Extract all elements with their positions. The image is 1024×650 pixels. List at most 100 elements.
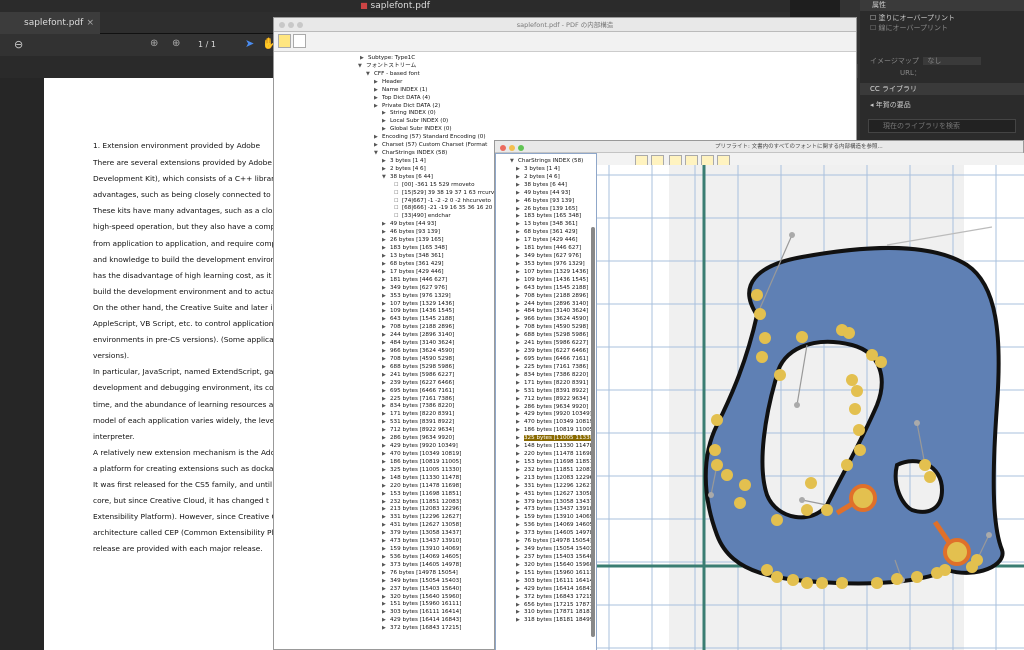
structure-tree-item[interactable]: ▼ 38 bytes [6 44] bbox=[382, 173, 433, 181]
expand-triangle-icon[interactable]: ▶ bbox=[516, 426, 524, 434]
structure-tree-item[interactable]: ▶ 232 bytes [11851 12083] bbox=[382, 498, 461, 506]
structure-tree-item[interactable]: ▶ 220 bytes [11478 11698] bbox=[382, 482, 461, 490]
charstring-item[interactable]: ▶ 536 bytes [14069 14605] bbox=[516, 521, 595, 529]
expand-triangle-icon[interactable]: ▼ bbox=[358, 62, 366, 70]
structure-tree-item[interactable]: ▶ 241 bytes [5986 6227] bbox=[382, 371, 454, 379]
structure-tree-item[interactable]: ☐ [15|529] 39 38 19 37 1 63 rrcurve bbox=[394, 189, 498, 197]
structure-tree-item[interactable]: ▶ 181 bytes [446 627] bbox=[382, 276, 447, 284]
expand-triangle-icon[interactable]: ▶ bbox=[516, 165, 524, 173]
overprint-stroke-checkbox[interactable]: ☐ 線にオーバープリント bbox=[870, 23, 1024, 33]
control-point[interactable] bbox=[849, 403, 861, 415]
charstring-item[interactable]: ▼ CharStrings INDEX (58) bbox=[510, 157, 583, 165]
expand-triangle-icon[interactable]: ▶ bbox=[382, 284, 390, 292]
structure-tree-item[interactable]: ▶ Charset (57) Custom Charset (Format bbox=[374, 141, 487, 149]
structure-tree-item[interactable]: ▶ 372 bytes [16843 17215] bbox=[382, 624, 461, 632]
expand-triangle-icon[interactable]: ☐ bbox=[394, 197, 402, 205]
structure-tree-item[interactable]: ▶ 303 bytes [16111 16414] bbox=[382, 608, 461, 616]
structure-tree-item[interactable]: ▶ 186 bytes [10819 11005] bbox=[382, 458, 461, 466]
expand-triangle-icon[interactable]: ▶ bbox=[516, 347, 524, 355]
page-indicator[interactable]: 1 / 1 bbox=[198, 40, 216, 49]
expand-triangle-icon[interactable]: ▶ bbox=[516, 418, 524, 426]
select-tool-icon[interactable]: ➤ bbox=[245, 37, 254, 50]
charstring-item[interactable]: ▶ 379 bytes [13058 13437] bbox=[516, 498, 595, 506]
expand-triangle-icon[interactable]: ▶ bbox=[382, 292, 390, 300]
expand-triangle-icon[interactable]: ▶ bbox=[374, 102, 382, 110]
expand-triangle-icon[interactable]: ▶ bbox=[516, 585, 524, 593]
charstring-item[interactable]: ▶ 49 bytes [44 93] bbox=[516, 189, 570, 197]
expand-triangle-icon[interactable]: ▶ bbox=[382, 157, 390, 165]
structure-tree-item[interactable]: ▶ 695 bytes [6466 7161] bbox=[382, 387, 454, 395]
zoom-window-button[interactable] bbox=[297, 22, 303, 28]
expand-triangle-icon[interactable]: ▶ bbox=[516, 371, 524, 379]
expand-triangle-icon[interactable]: ▶ bbox=[516, 212, 524, 220]
expand-triangle-icon[interactable]: ▶ bbox=[516, 387, 524, 395]
expand-triangle-icon[interactable]: ▶ bbox=[382, 513, 390, 521]
expand-triangle-icon[interactable]: ▼ bbox=[374, 149, 382, 157]
control-point[interactable] bbox=[796, 331, 808, 343]
structure-tree-item[interactable]: ▶ 708 bytes [4590 5298] bbox=[382, 355, 454, 363]
control-point[interactable] bbox=[871, 577, 883, 589]
charstring-item[interactable]: ▶ 17 bytes [429 446] bbox=[516, 236, 578, 244]
handle-point[interactable] bbox=[789, 232, 795, 238]
structure-tree-item[interactable]: ▶ 26 bytes [139 165] bbox=[382, 236, 444, 244]
structure-tree-item[interactable]: ▶ 331 bytes [12296 12627] bbox=[382, 513, 461, 521]
expand-triangle-icon[interactable]: ▶ bbox=[382, 276, 390, 284]
expand-triangle-icon[interactable]: ▶ bbox=[382, 165, 390, 173]
expand-triangle-icon[interactable]: ▼ bbox=[366, 70, 374, 78]
expand-triangle-icon[interactable]: ▶ bbox=[374, 141, 382, 149]
charstring-item[interactable]: ▶ 237 bytes [15403 15640] bbox=[516, 553, 595, 561]
expand-triangle-icon[interactable]: ▶ bbox=[382, 395, 390, 403]
expand-triangle-icon[interactable]: ▶ bbox=[382, 379, 390, 387]
expand-triangle-icon[interactable]: ▶ bbox=[516, 442, 524, 450]
structure-tree-item[interactable]: ▶ 2 bytes [4 6] bbox=[382, 165, 426, 173]
minimize-window-button[interactable] bbox=[288, 22, 294, 28]
expand-triangle-icon[interactable]: ▶ bbox=[382, 236, 390, 244]
handle-point[interactable] bbox=[794, 402, 800, 408]
structure-tree-item[interactable]: ▶ Encoding (57) Standard Encoding (0) bbox=[374, 133, 486, 141]
expand-triangle-icon[interactable]: ▶ bbox=[382, 315, 390, 323]
expand-triangle-icon[interactable]: ▶ bbox=[382, 260, 390, 268]
structure-tree-item[interactable]: ▶ 3 bytes [1 4] bbox=[382, 157, 426, 165]
control-point[interactable] bbox=[836, 577, 848, 589]
expand-triangle-icon[interactable]: ▶ bbox=[382, 616, 390, 624]
expand-triangle-icon[interactable]: ▶ bbox=[516, 505, 524, 513]
expand-triangle-icon[interactable]: ▶ bbox=[382, 355, 390, 363]
charstring-item[interactable]: ▶ 429 bytes [9920 10349] bbox=[516, 410, 592, 418]
charstring-item[interactable]: ▶ 13 bytes [348 361] bbox=[516, 220, 578, 228]
list-scrollbar[interactable] bbox=[591, 227, 595, 637]
structure-tree-item[interactable]: ▶ Private Dict DATA (2) bbox=[374, 102, 440, 110]
control-point[interactable] bbox=[911, 571, 923, 583]
expand-triangle-icon[interactable]: ▶ bbox=[382, 244, 390, 252]
expand-triangle-icon[interactable]: ▶ bbox=[516, 450, 524, 458]
expand-triangle-icon[interactable]: ▶ bbox=[360, 54, 368, 62]
control-point[interactable] bbox=[875, 356, 887, 368]
expand-triangle-icon[interactable]: ▶ bbox=[516, 410, 524, 418]
expand-triangle-icon[interactable]: ▶ bbox=[516, 498, 524, 506]
structure-tree-item[interactable]: ▶ 46 bytes [93 139] bbox=[382, 228, 440, 236]
structure-tree-item[interactable]: ▶ Local Subr INDEX (0) bbox=[382, 117, 448, 125]
minimize-window-button[interactable] bbox=[509, 145, 515, 151]
control-point[interactable] bbox=[771, 571, 783, 583]
control-point[interactable] bbox=[739, 479, 751, 491]
expand-triangle-icon[interactable]: ▶ bbox=[382, 545, 390, 553]
expand-triangle-icon[interactable]: ☐ bbox=[394, 212, 402, 220]
expand-triangle-icon[interactable]: ▶ bbox=[516, 315, 524, 323]
structure-tree-item[interactable]: ▶ 966 bytes [3624 4590] bbox=[382, 347, 454, 355]
charstring-item[interactable]: ▶ 109 bytes [1436 1545] bbox=[516, 276, 588, 284]
expand-triangle-icon[interactable]: ▶ bbox=[382, 410, 390, 418]
structure-tree-item[interactable]: ▶ 708 bytes [2188 2896] bbox=[382, 323, 454, 331]
control-point[interactable] bbox=[754, 308, 766, 320]
expand-triangle-icon[interactable]: ▶ bbox=[516, 236, 524, 244]
expand-triangle-icon[interactable]: ▶ bbox=[382, 252, 390, 260]
structure-tree-item[interactable]: ▼ CFF - based font bbox=[366, 70, 420, 78]
charstring-item[interactable]: ▶ 107 bytes [1329 1436] bbox=[516, 268, 588, 276]
structure-tree-item[interactable]: ▶ 153 bytes [11698 11851] bbox=[382, 490, 461, 498]
structure-tree-item[interactable]: ▶ 237 bytes [15403 15640] bbox=[382, 585, 461, 593]
expand-triangle-icon[interactable]: ▶ bbox=[382, 505, 390, 513]
expand-triangle-icon[interactable]: ▶ bbox=[516, 474, 524, 482]
control-point[interactable] bbox=[771, 514, 783, 526]
expand-triangle-icon[interactable]: ▶ bbox=[382, 553, 390, 561]
structure-tree-item[interactable]: ▶ 373 bytes [14605 14978] bbox=[382, 561, 461, 569]
expand-triangle-icon[interactable]: ▶ bbox=[382, 347, 390, 355]
structure-tree-item[interactable]: ▶ 148 bytes [11330 11478] bbox=[382, 474, 461, 482]
